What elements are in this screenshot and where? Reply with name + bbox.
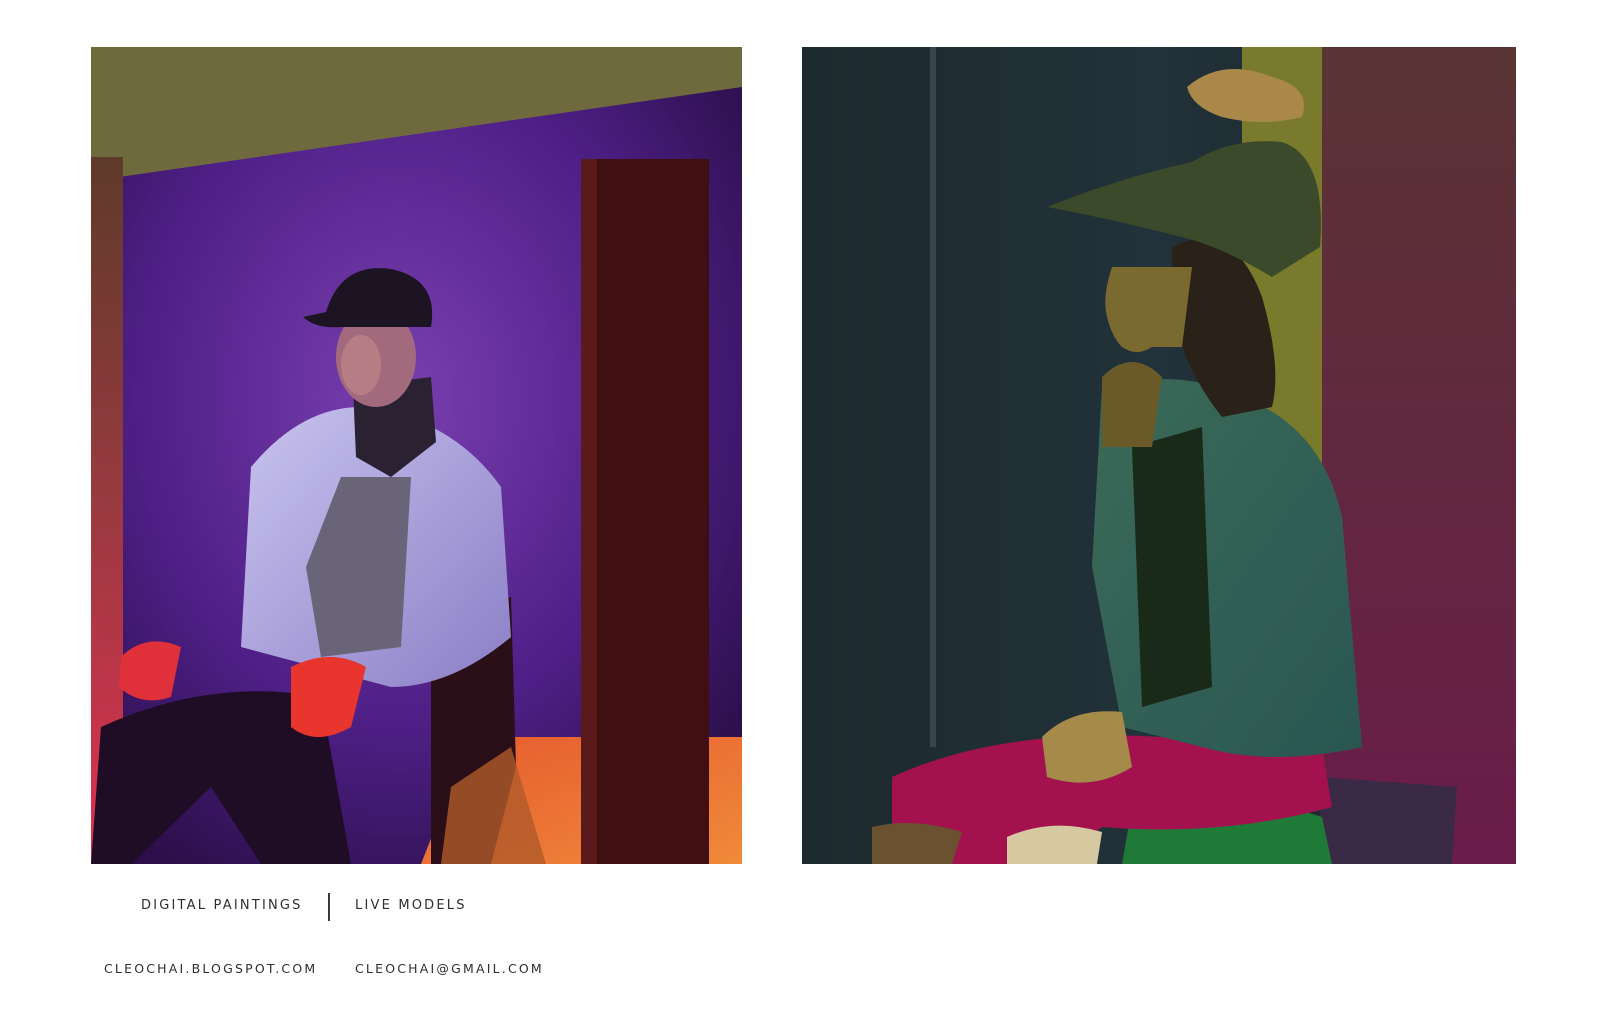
painting-man-in-cap bbox=[91, 47, 742, 864]
email-address[interactable]: CLEOCHAI@GMAIL.COM bbox=[355, 961, 544, 976]
caption-divider bbox=[328, 893, 330, 921]
caption-subject: LIVE MODELS bbox=[355, 898, 467, 913]
blog-url[interactable]: CLEOCHAI.BLOGSPOT.COM bbox=[104, 961, 317, 976]
caption-category: DIGITAL PAINTINGS bbox=[141, 898, 303, 913]
painting-figure-in-hat bbox=[802, 47, 1516, 864]
